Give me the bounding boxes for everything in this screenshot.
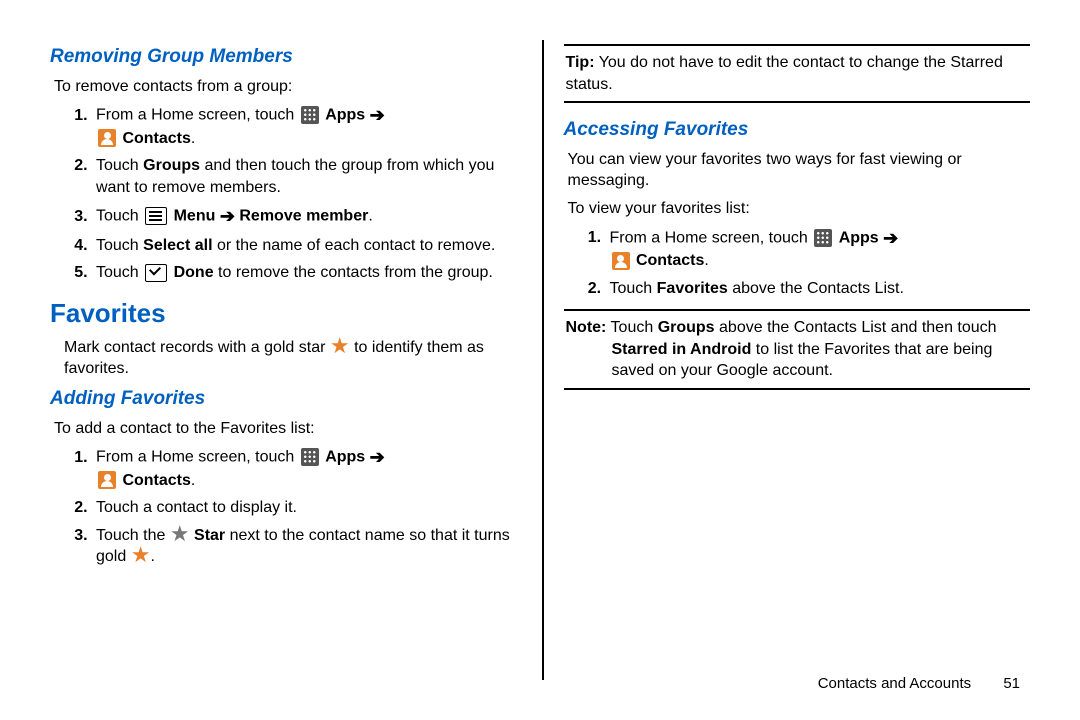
adding-step-1: From a Home screen, touch Apps ➔ Contact… [92, 445, 517, 491]
text: Touch [96, 237, 143, 254]
period: . [191, 472, 195, 489]
text: Mark contact records with a gold star [64, 339, 330, 356]
adding-step-3: Touch the ★ Star next to the contact nam… [92, 525, 517, 568]
contacts-icon [98, 471, 116, 489]
manual-page: Removing Group Members To remove contact… [0, 0, 1080, 700]
text: Touch [96, 208, 143, 225]
period: . [368, 208, 372, 225]
apps-grid-icon [814, 229, 832, 247]
note-label: Note: [566, 319, 607, 336]
favorites-intro: Mark contact records with a gold star ★ … [64, 337, 517, 380]
text: above the Contacts List and then touch [715, 319, 997, 336]
period: . [191, 130, 195, 147]
menu-icon [145, 207, 167, 225]
done-label: Done [174, 264, 214, 281]
footer-section: Contacts and Accounts [818, 675, 971, 692]
arrow-icon: ➔ [220, 206, 235, 226]
contacts-label: Contacts [636, 252, 704, 269]
apps-grid-icon [301, 106, 319, 124]
removing-steps-list: From a Home screen, touch Apps ➔ Contact… [64, 103, 517, 284]
accessing-step-2: Touch Favorites above the Contacts List. [606, 278, 1031, 300]
heading-removing-group-members: Removing Group Members [50, 44, 517, 70]
contacts-icon [612, 252, 630, 270]
arrow-icon: ➔ [370, 105, 385, 125]
page-footer: Contacts and Accounts 51 [818, 675, 1020, 692]
gold-star-icon: ★ [330, 337, 350, 355]
grey-star-icon: ★ [170, 525, 190, 543]
arrow-icon: ➔ [883, 228, 898, 248]
note-box: Note: Touch Groups above the Contacts Li… [564, 309, 1031, 390]
select-all-label: Select all [143, 237, 212, 254]
right-column: Tip: You do not have to edit the contact… [542, 40, 1031, 680]
contacts-label: Contacts [122, 472, 190, 489]
tip-box: Tip: You do not have to edit the contact… [564, 44, 1031, 103]
heading-adding-favorites: Adding Favorites [50, 386, 517, 412]
text: From a Home screen, touch [96, 107, 299, 124]
footer-page-number: 51 [1003, 675, 1020, 692]
period: . [704, 252, 708, 269]
note-line-2: Starred in Android to list the Favorites… [612, 339, 1029, 382]
tip-label: Tip: [566, 54, 595, 71]
contacts-icon [98, 129, 116, 147]
adding-intro: To add a contact to the Favorites list: [54, 418, 517, 440]
accessing-intro-2: To view your favorites list: [568, 198, 1031, 220]
groups-label: Groups [658, 319, 715, 336]
starred-android-label: Starred in Android [612, 341, 752, 358]
removing-step-4: Touch Select all or the name of each con… [92, 235, 517, 257]
period: . [150, 548, 154, 565]
arrow-icon: ➔ [370, 447, 385, 467]
text: From a Home screen, touch [96, 449, 299, 466]
favorites-label: Favorites [657, 280, 728, 297]
star-label: Star [194, 527, 225, 544]
accessing-intro-1: You can view your favorites two ways for… [568, 149, 1031, 192]
apps-label: Apps [839, 229, 879, 246]
text: From a Home screen, touch [610, 229, 813, 246]
text: Touch [610, 280, 657, 297]
adding-step-2: Touch a contact to display it. [92, 497, 517, 519]
text: or the name of each contact to remove. [213, 237, 496, 254]
apps-label: Apps [325, 449, 365, 466]
removing-step-3: Touch Menu ➔ Remove member. [92, 204, 517, 228]
adding-steps-list: From a Home screen, touch Apps ➔ Contact… [64, 445, 517, 568]
left-column: Removing Group Members To remove contact… [50, 40, 517, 680]
removing-step-5: Touch Done to remove the contacts from t… [92, 262, 517, 284]
heading-accessing-favorites: Accessing Favorites [564, 117, 1031, 143]
accessing-step-1: From a Home screen, touch Apps ➔ Contact… [606, 226, 1031, 272]
text: Touch [606, 319, 657, 336]
gold-star-icon: ★ [131, 546, 151, 564]
text: Touch [96, 157, 143, 174]
groups-label: Groups [143, 157, 200, 174]
accessing-steps-list: From a Home screen, touch Apps ➔ Contact… [578, 226, 1031, 299]
remove-member-label: Remove member [239, 208, 368, 225]
text: above the Contacts List. [728, 280, 904, 297]
removing-intro: To remove contacts from a group: [54, 76, 517, 98]
menu-label: Menu [174, 208, 216, 225]
heading-favorites: Favorites [50, 296, 517, 331]
text: Touch [96, 264, 143, 281]
apps-label: Apps [325, 107, 365, 124]
removing-step-1: From a Home screen, touch Apps ➔ Contact… [92, 103, 517, 149]
removing-step-2: Touch Groups and then touch the group fr… [92, 155, 517, 198]
contacts-label: Contacts [122, 130, 190, 147]
tip-text: You do not have to edit the contact to c… [566, 54, 1003, 93]
apps-grid-icon [301, 448, 319, 466]
text: to remove the contacts from the group. [214, 264, 493, 281]
done-check-icon [145, 264, 167, 282]
